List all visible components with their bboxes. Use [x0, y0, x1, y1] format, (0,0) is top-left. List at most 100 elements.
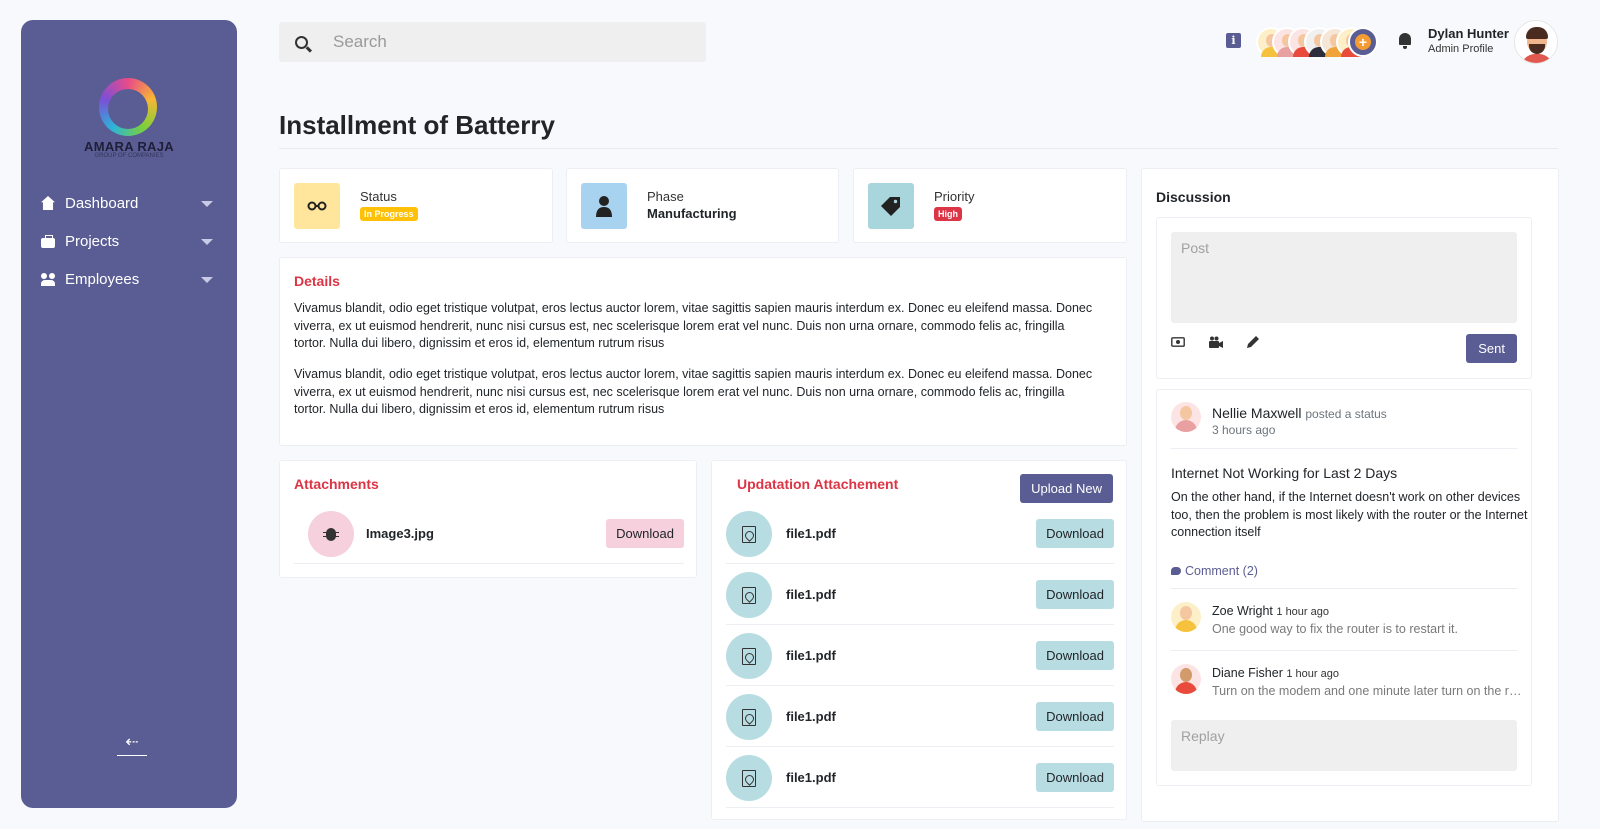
phase-value: Manufacturing	[647, 206, 737, 221]
details-card: Details Vivamus blandit, odio eget trist…	[279, 257, 1127, 446]
plus-icon: +	[1355, 34, 1371, 50]
download-button[interactable]: Download	[1036, 641, 1114, 670]
avatar[interactable]	[1171, 402, 1201, 432]
attachments-card: Attachments Image3.jpg Download	[279, 460, 697, 578]
sidebar-item-employees[interactable]: Employees	[21, 260, 237, 298]
logo-mark	[99, 78, 157, 136]
details-title: Details	[294, 273, 340, 289]
updates-title: Updatation Attachement	[737, 476, 899, 492]
user-icon	[581, 183, 627, 229]
post-action: posted a status	[1305, 407, 1387, 421]
update-row: file1.pdf Download	[726, 504, 1114, 564]
discussion-card: Discussion Sent Nellie Maxwell posted a …	[1141, 168, 1559, 822]
comment-link[interactable]: Comment (2)	[1171, 564, 1258, 578]
discussion-feed: Nellie Maxwell posted a status 3 hours a…	[1156, 389, 1532, 786]
download-button[interactable]: Download	[1036, 702, 1114, 731]
updates-card: Updatation Attachement Upload New file1.…	[711, 460, 1127, 820]
priority-label: Priority	[934, 189, 975, 204]
comment-author: Diane Fisher 1 hour ago	[1212, 666, 1339, 680]
comment-text: Turn on the modem and one minute later t…	[1212, 684, 1527, 698]
avatar[interactable]	[1171, 664, 1201, 694]
sidebar-nav: Dashboard Projects Employees	[21, 184, 237, 298]
sidebar: AMARA RAJA GROUP OF COMPANIES Dashboard …	[21, 20, 237, 808]
logo-text: AMARA RAJA	[84, 139, 174, 154]
user-name: Dylan Hunter	[1428, 26, 1509, 41]
download-button[interactable]: Download	[1036, 519, 1114, 548]
chevron-down-icon[interactable]	[201, 239, 213, 245]
details-paragraph: Vivamus blandit, odio eget tristique vol…	[294, 301, 1093, 351]
download-button[interactable]: Download	[1036, 763, 1114, 792]
logout-icon[interactable]: ⇠	[117, 732, 147, 756]
attachment-row: Image3.jpg Download	[294, 504, 684, 564]
update-row: file1.pdf Download	[726, 748, 1114, 808]
file-name: file1.pdf	[786, 587, 836, 602]
info-icon[interactable]: i	[1226, 33, 1241, 48]
user-role: Admin Profile	[1428, 43, 1494, 55]
sidebar-item-label: Projects	[65, 232, 120, 250]
priority-card: Priority High	[853, 168, 1127, 243]
post-composer: Sent	[1156, 217, 1532, 379]
tag-icon	[868, 183, 914, 229]
search-button[interactable]	[279, 22, 323, 62]
file-name: file1.pdf	[786, 648, 836, 663]
comment-icon	[1171, 567, 1181, 575]
avatar[interactable]	[1171, 602, 1201, 632]
file-name: file1.pdf	[786, 526, 836, 541]
author-name[interactable]: Diane Fisher	[1212, 666, 1283, 680]
post-author: Nellie Maxwell posted a status	[1212, 405, 1387, 421]
download-button[interactable]: Download	[1036, 580, 1114, 609]
add-member-button[interactable]: +	[1348, 27, 1378, 57]
glasses-icon	[294, 183, 340, 229]
post-input[interactable]	[1171, 232, 1517, 323]
home-icon	[41, 196, 55, 210]
author-name[interactable]: Nellie Maxwell	[1212, 405, 1301, 421]
comment-author: Zoe Wright 1 hour ago	[1212, 604, 1329, 618]
pdf-icon	[726, 755, 772, 801]
chevron-down-icon[interactable]	[201, 277, 213, 283]
pdf-icon	[726, 572, 772, 618]
send-button[interactable]: Sent	[1466, 334, 1517, 363]
company-logo: AMARA RAJA GROUP OF COMPANIES	[21, 78, 237, 178]
attachments-title: Attachments	[294, 476, 379, 492]
sidebar-item-dashboard[interactable]: Dashboard	[21, 184, 237, 222]
phase-label: Phase	[647, 189, 684, 204]
file-name: file1.pdf	[786, 709, 836, 724]
update-row: file1.pdf Download	[726, 626, 1114, 686]
sidebar-item-projects[interactable]: Projects	[21, 222, 237, 260]
reply-input[interactable]	[1171, 720, 1517, 771]
bug-icon	[308, 511, 354, 557]
file-name: file1.pdf	[786, 770, 836, 785]
download-button[interactable]: Download	[606, 519, 684, 548]
camera-icon[interactable]	[1171, 336, 1185, 348]
briefcase-icon	[41, 234, 55, 248]
video-icon[interactable]	[1209, 336, 1223, 348]
comment-text: One good way to fix the router is to res…	[1212, 622, 1458, 636]
team-avatars[interactable]: +	[1256, 27, 1378, 57]
post-heading: Internet Not Working for Last 2 Days	[1171, 465, 1398, 481]
pdf-icon	[726, 511, 772, 557]
divider	[1171, 588, 1517, 589]
search-icon	[294, 35, 308, 49]
update-row: file1.pdf Download	[726, 687, 1114, 747]
pen-icon[interactable]	[1247, 336, 1261, 348]
status-badge: In Progress	[360, 207, 418, 221]
details-paragraph: Vivamus blandit, odio eget tristique vol…	[294, 367, 1093, 417]
chevron-down-icon[interactable]	[201, 201, 213, 207]
post-time: 3 hours ago	[1212, 423, 1276, 437]
pdf-icon	[726, 633, 772, 679]
search-input[interactable]	[323, 22, 706, 62]
divider	[1171, 448, 1517, 449]
comment-time: 1 hour ago	[1286, 668, 1339, 680]
divider	[1171, 650, 1517, 651]
user-avatar[interactable]	[1514, 20, 1558, 64]
phase-card: Phase Manufacturing	[566, 168, 839, 243]
search-bar	[279, 22, 706, 62]
bell-icon[interactable]	[1398, 33, 1412, 49]
users-icon	[41, 272, 55, 286]
logo-subtext: GROUP OF COMPANIES	[94, 153, 164, 159]
discussion-title: Discussion	[1156, 189, 1231, 205]
divider	[279, 148, 1558, 149]
update-row: file1.pdf Download	[726, 565, 1114, 625]
author-name[interactable]: Zoe Wright	[1212, 604, 1273, 618]
upload-new-button[interactable]: Upload New	[1020, 474, 1113, 503]
